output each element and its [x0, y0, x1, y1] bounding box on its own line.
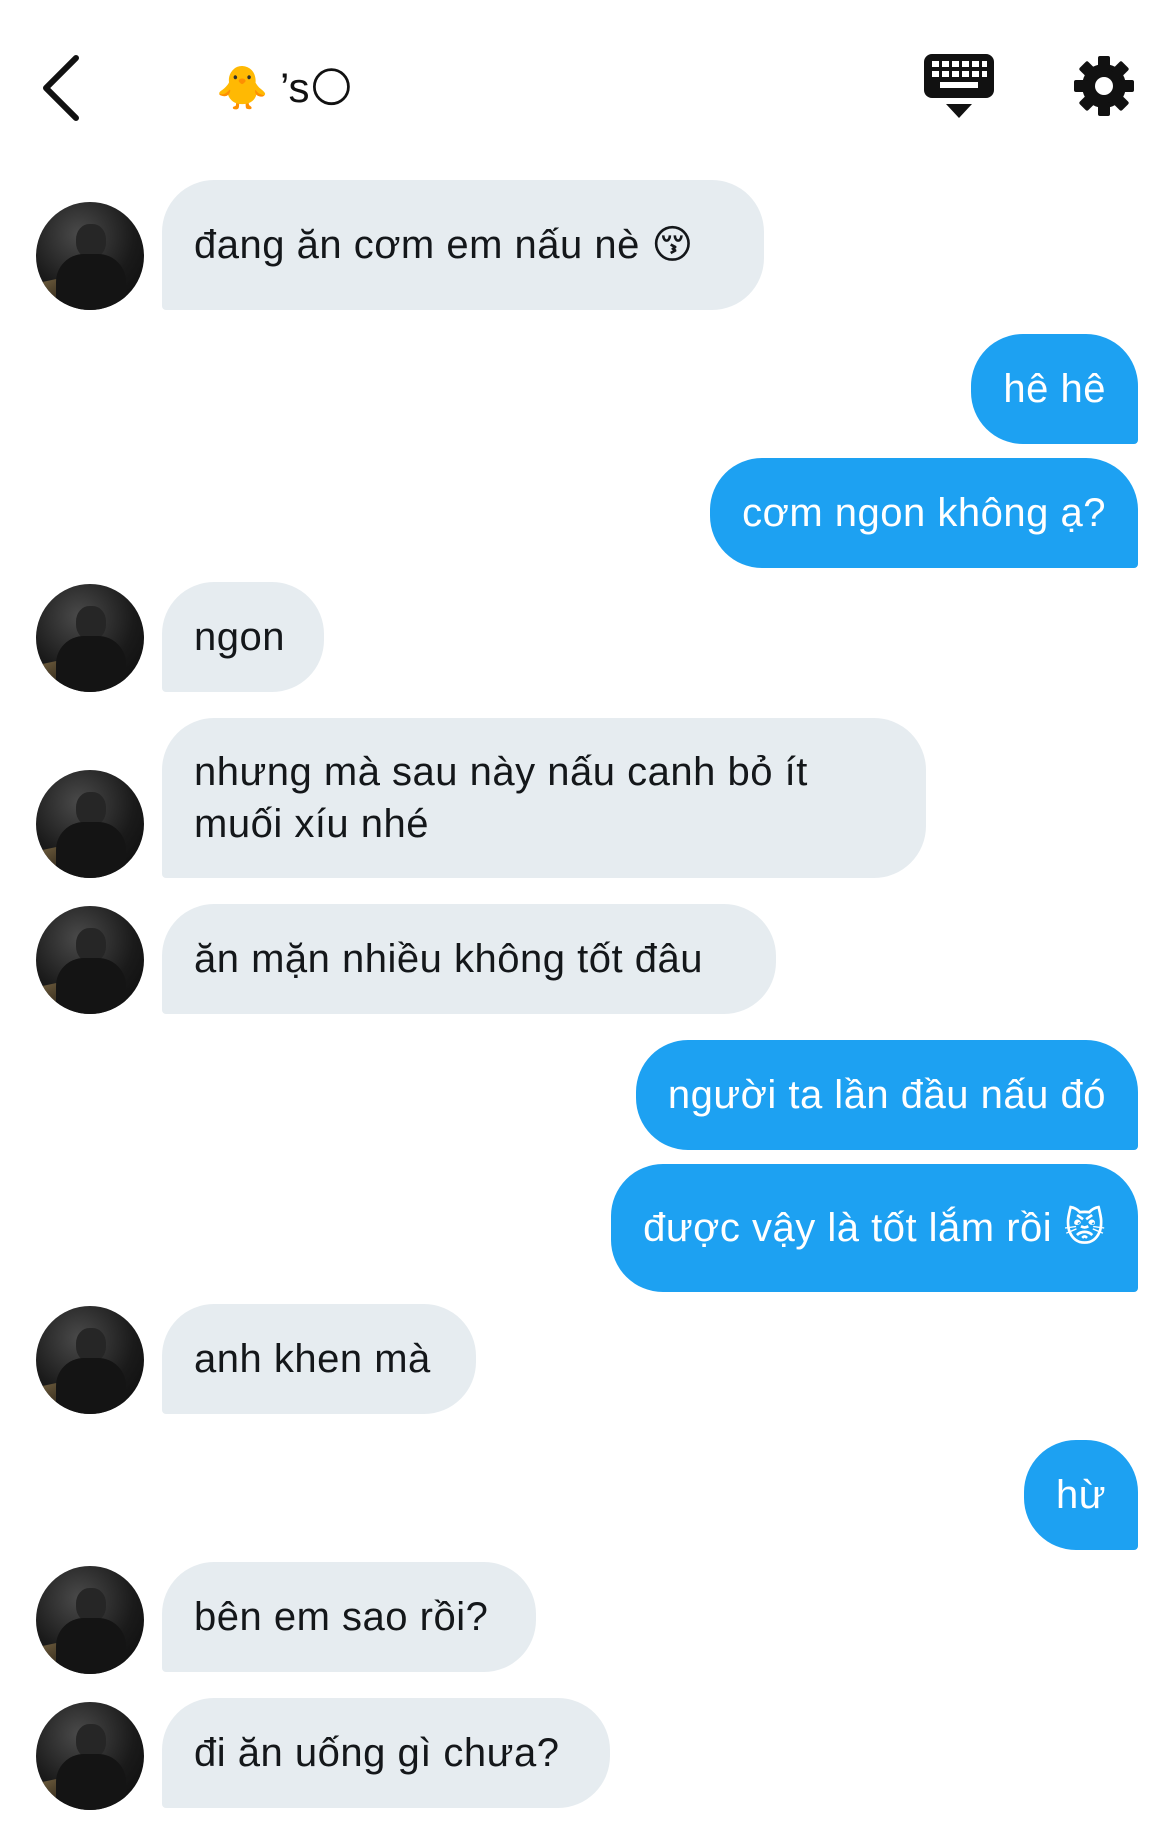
avatar[interactable] — [36, 1306, 144, 1414]
message-bubble-outgoing[interactable]: cơm ngon không ạ? — [710, 458, 1138, 568]
message-bubble-incoming[interactable]: bên em sao rồi? — [162, 1562, 536, 1672]
keyboard-icon — [924, 54, 994, 118]
message-bubble-outgoing[interactable]: hê hê — [971, 334, 1138, 444]
message-text: người ta lần đầu nấu đó — [667, 1073, 1106, 1117]
keyboard-button[interactable] — [922, 52, 996, 122]
message-text: ngon — [194, 615, 285, 659]
avatar[interactable] — [36, 1566, 144, 1674]
message-text: hừ — [1055, 1473, 1106, 1517]
message-bubble-outgoing[interactable]: người ta lần đầu nấu đó — [635, 1040, 1138, 1150]
message-text: được vậy là tốt lắm rồi 😾 — [643, 1206, 1106, 1250]
message-text: đi ăn uống gì chưa? — [194, 1731, 560, 1775]
message-text: đang ăn cơm em nấu nè 😚 — [194, 223, 694, 267]
message-bubble-incoming[interactable]: ăn mặn nhiều không tốt đâu — [162, 904, 776, 1014]
message-bubble-outgoing[interactable]: hừ — [1023, 1440, 1138, 1550]
avatar[interactable] — [36, 1702, 144, 1810]
conversation-header: 🐥 ’s🌕 — [0, 0, 1170, 170]
message-bubble-incoming[interactable]: anh khen mà — [162, 1304, 476, 1414]
message-text: anh khen mà — [194, 1337, 431, 1381]
message-text: nhưng mà sau này nấu canh bỏ ít muối xíu… — [194, 750, 808, 846]
avatar[interactable] — [36, 770, 144, 878]
message-text: bên em sao rồi? — [194, 1595, 489, 1639]
message-text: ăn mặn nhiều không tốt đâu — [194, 937, 703, 981]
conversation-title[interactable]: 🐥 ’s🌕 — [216, 58, 353, 118]
settings-button[interactable] — [1072, 54, 1136, 118]
back-button[interactable] — [36, 48, 96, 128]
message-bubble-incoming[interactable]: ngon — [162, 582, 324, 692]
avatar[interactable] — [36, 202, 144, 310]
message-text: cơm ngon không ạ? — [742, 491, 1106, 535]
message-text: hê hê — [1003, 367, 1106, 411]
avatar[interactable] — [36, 906, 144, 1014]
message-bubble-incoming[interactable]: đi ăn uống gì chưa? — [162, 1698, 610, 1808]
message-bubble-incoming[interactable]: nhưng mà sau này nấu canh bỏ ít muối xíu… — [162, 718, 926, 878]
chevron-left-icon — [43, 55, 79, 121]
gear-icon — [1074, 56, 1134, 116]
message-bubble-incoming[interactable]: đang ăn cơm em nấu nè 😚 — [162, 180, 764, 310]
avatar[interactable] — [36, 584, 144, 692]
message-bubble-outgoing[interactable]: được vậy là tốt lắm rồi 😾 — [611, 1164, 1138, 1292]
